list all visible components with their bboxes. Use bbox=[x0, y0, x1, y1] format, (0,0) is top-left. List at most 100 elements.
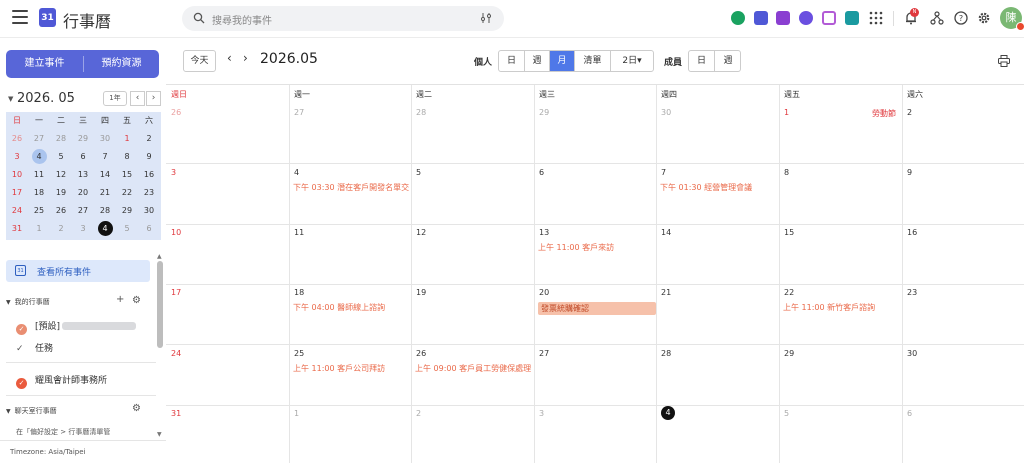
day-number[interactable]: 28 bbox=[661, 349, 671, 358]
day-number[interactable]: 1 bbox=[294, 409, 299, 418]
scrollbar-thumb[interactable] bbox=[157, 261, 163, 348]
day-number[interactable]: 11 bbox=[294, 228, 304, 237]
calendar-event[interactable]: 下午 04:00 醫師線上諮詢 bbox=[293, 302, 413, 313]
calendar-event[interactable]: 上午 11:00 客戶來訪 bbox=[538, 242, 658, 253]
mini-day[interactable]: 9 bbox=[138, 148, 160, 166]
sidebar-scrollbar[interactable]: ▲ bbox=[157, 253, 163, 439]
mini-day[interactable]: 27 bbox=[28, 130, 50, 148]
mini-day[interactable]: 2 bbox=[50, 220, 72, 238]
view-day-tab[interactable]: 日 bbox=[499, 51, 524, 71]
add-icon[interactable]: + bbox=[116, 294, 124, 305]
mini-day[interactable]: 27 bbox=[72, 202, 94, 220]
day-number[interactable]: 28 bbox=[416, 108, 426, 117]
mini-day[interactable]: 12 bbox=[50, 166, 72, 184]
mini-day[interactable]: 16 bbox=[138, 166, 160, 184]
day-number[interactable]: 9 bbox=[907, 168, 912, 177]
calendar-event[interactable]: 下午 01:30 經營管理會議 bbox=[660, 182, 780, 193]
calendar-app-icon[interactable] bbox=[754, 11, 768, 25]
day-number[interactable]: 1 bbox=[784, 108, 789, 117]
day-number[interactable]: 30 bbox=[907, 349, 917, 358]
member-week-tab[interactable]: 週 bbox=[714, 51, 741, 71]
day-number[interactable]: 3 bbox=[539, 409, 544, 418]
default-calendar-item[interactable]: ✓ [預設] bbox=[16, 319, 137, 335]
mini-day[interactable]: 1 bbox=[28, 220, 50, 238]
day-number[interactable]: 2 bbox=[416, 409, 421, 418]
day-number[interactable]: 27 bbox=[294, 108, 304, 117]
day-number[interactable]: 13 bbox=[539, 228, 549, 237]
help-icon[interactable]: ? bbox=[954, 11, 968, 25]
day-number[interactable]: 23 bbox=[907, 288, 917, 297]
day-number[interactable]: 5 bbox=[416, 168, 421, 177]
mini-day[interactable]: 19 bbox=[50, 184, 72, 202]
clipboard-icon[interactable] bbox=[822, 11, 836, 25]
my-calendars-section[interactable]: ▼ 我的行事曆 bbox=[6, 297, 50, 307]
filter-icon[interactable] bbox=[480, 12, 492, 24]
day-number[interactable]: 26 bbox=[416, 349, 426, 358]
mini-day[interactable]: 22 bbox=[116, 184, 138, 202]
mini-day[interactable]: 11 bbox=[28, 166, 50, 184]
mini-day[interactable]: 23 bbox=[138, 184, 160, 202]
day-number[interactable]: 2 bbox=[907, 108, 912, 117]
day-number[interactable]: 26 bbox=[171, 108, 181, 117]
notes-icon[interactable] bbox=[776, 11, 790, 25]
mini-day[interactable]: 26 bbox=[50, 202, 72, 220]
chevron-right-icon[interactable]: › bbox=[243, 51, 248, 65]
member-day-tab[interactable]: 日 bbox=[689, 51, 714, 71]
firm-calendar-item[interactable]: ✓ 耀風會計師事務所 bbox=[16, 373, 107, 389]
day-number[interactable]: 14 bbox=[661, 228, 671, 237]
mini-day[interactable]: 6 bbox=[138, 220, 160, 238]
day-number[interactable]: 19 bbox=[416, 288, 426, 297]
day-number[interactable]: 18 bbox=[294, 288, 304, 297]
day-number[interactable]: 30 bbox=[661, 108, 671, 117]
mini-day[interactable]: 13 bbox=[72, 166, 94, 184]
day-number[interactable]: 7 bbox=[661, 168, 666, 177]
check-icon[interactable]: ✓ bbox=[16, 324, 27, 335]
moon-icon[interactable] bbox=[799, 11, 813, 25]
day-number[interactable]: 6 bbox=[539, 168, 544, 177]
mini-day[interactable]: 26 bbox=[6, 130, 28, 148]
mini-day[interactable]: 28 bbox=[50, 130, 72, 148]
chevron-down-icon[interactable]: ▼ bbox=[8, 95, 13, 103]
mini-day[interactable]: 28 bbox=[94, 202, 116, 220]
day-number[interactable]: 15 bbox=[784, 228, 794, 237]
view-all-events-button[interactable]: 31 查看所有事件 bbox=[6, 260, 150, 282]
mini-day[interactable]: 6 bbox=[72, 148, 94, 166]
day-number[interactable]: 4 bbox=[294, 168, 299, 177]
mini-day[interactable]: 24 bbox=[6, 202, 28, 220]
mini-day[interactable]: 2 bbox=[138, 130, 160, 148]
contacts-icon[interactable] bbox=[845, 11, 859, 25]
day-number[interactable]: 29 bbox=[539, 108, 549, 117]
day-number[interactable]: 5 bbox=[784, 409, 789, 418]
mini-day[interactable]: 21 bbox=[94, 184, 116, 202]
day-number[interactable]: 6 bbox=[907, 409, 912, 418]
day-number[interactable]: 4 bbox=[661, 406, 675, 420]
chevron-left-icon[interactable]: ‹ bbox=[227, 51, 232, 65]
mini-day[interactable]: 10 bbox=[6, 166, 28, 184]
view-month-tab[interactable]: 月 bbox=[549, 51, 574, 71]
day-number[interactable]: 12 bbox=[416, 228, 426, 237]
mini-day[interactable]: 30 bbox=[138, 202, 160, 220]
mini-prev-button[interactable]: ‹ bbox=[130, 91, 145, 106]
mini-day[interactable]: 14 bbox=[94, 166, 116, 184]
scroll-down-icon[interactable]: ▼ bbox=[157, 431, 162, 438]
day-number[interactable]: 22 bbox=[784, 288, 794, 297]
mini-day[interactable]: 1 bbox=[116, 130, 138, 148]
mini-day[interactable]: 7 bbox=[94, 148, 116, 166]
mini-day[interactable]: 29 bbox=[116, 202, 138, 220]
day-number[interactable]: 3 bbox=[171, 168, 176, 177]
mini-day[interactable]: 31 bbox=[6, 220, 28, 238]
day-number[interactable]: 31 bbox=[171, 409, 181, 418]
avatar[interactable]: 陳 bbox=[1000, 7, 1024, 31]
day-number[interactable]: 17 bbox=[171, 288, 181, 297]
day-number[interactable]: 24 bbox=[171, 349, 181, 358]
mini-day[interactable]: 15 bbox=[116, 166, 138, 184]
mini-day[interactable]: 3 bbox=[72, 220, 94, 238]
scroll-up-icon[interactable]: ▲ bbox=[157, 253, 162, 260]
mini-day[interactable]: 29 bbox=[72, 130, 94, 148]
chatroom-calendars-section[interactable]: ▼ 聊天室行事曆 bbox=[6, 406, 57, 416]
mini-calendar-month[interactable]: 2026. 05 bbox=[17, 91, 75, 106]
mini-day[interactable]: 4 bbox=[28, 148, 50, 166]
mini-day[interactable]: 25 bbox=[28, 202, 50, 220]
day-number[interactable]: 8 bbox=[784, 168, 789, 177]
chat-icon[interactable] bbox=[731, 11, 745, 25]
